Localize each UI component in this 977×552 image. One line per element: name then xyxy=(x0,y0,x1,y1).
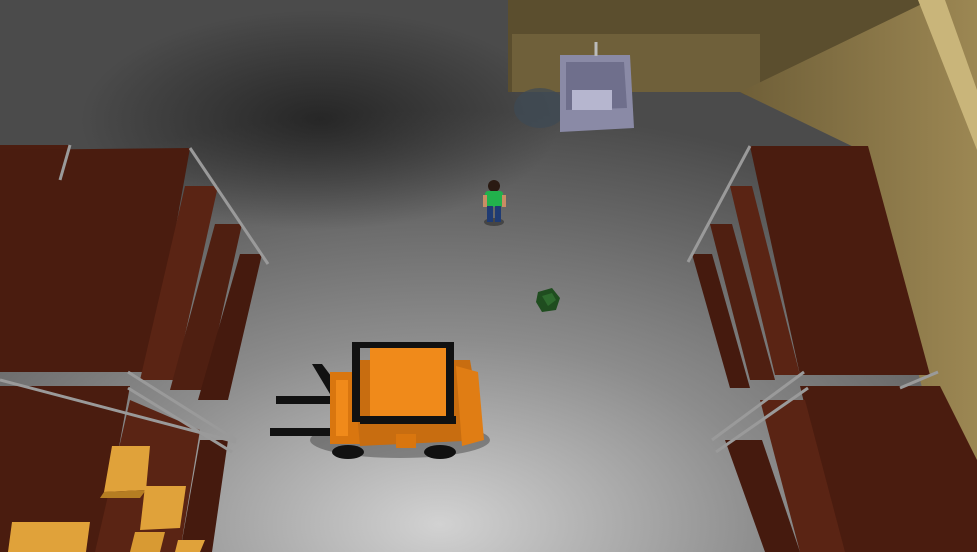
crate xyxy=(140,486,186,530)
game-viewport[interactable] xyxy=(0,0,977,552)
crate xyxy=(175,540,205,552)
warehouse-scene xyxy=(0,0,977,552)
crate xyxy=(104,446,150,492)
crate xyxy=(8,522,90,552)
back-wall-face xyxy=(512,34,760,92)
crate xyxy=(130,532,165,552)
